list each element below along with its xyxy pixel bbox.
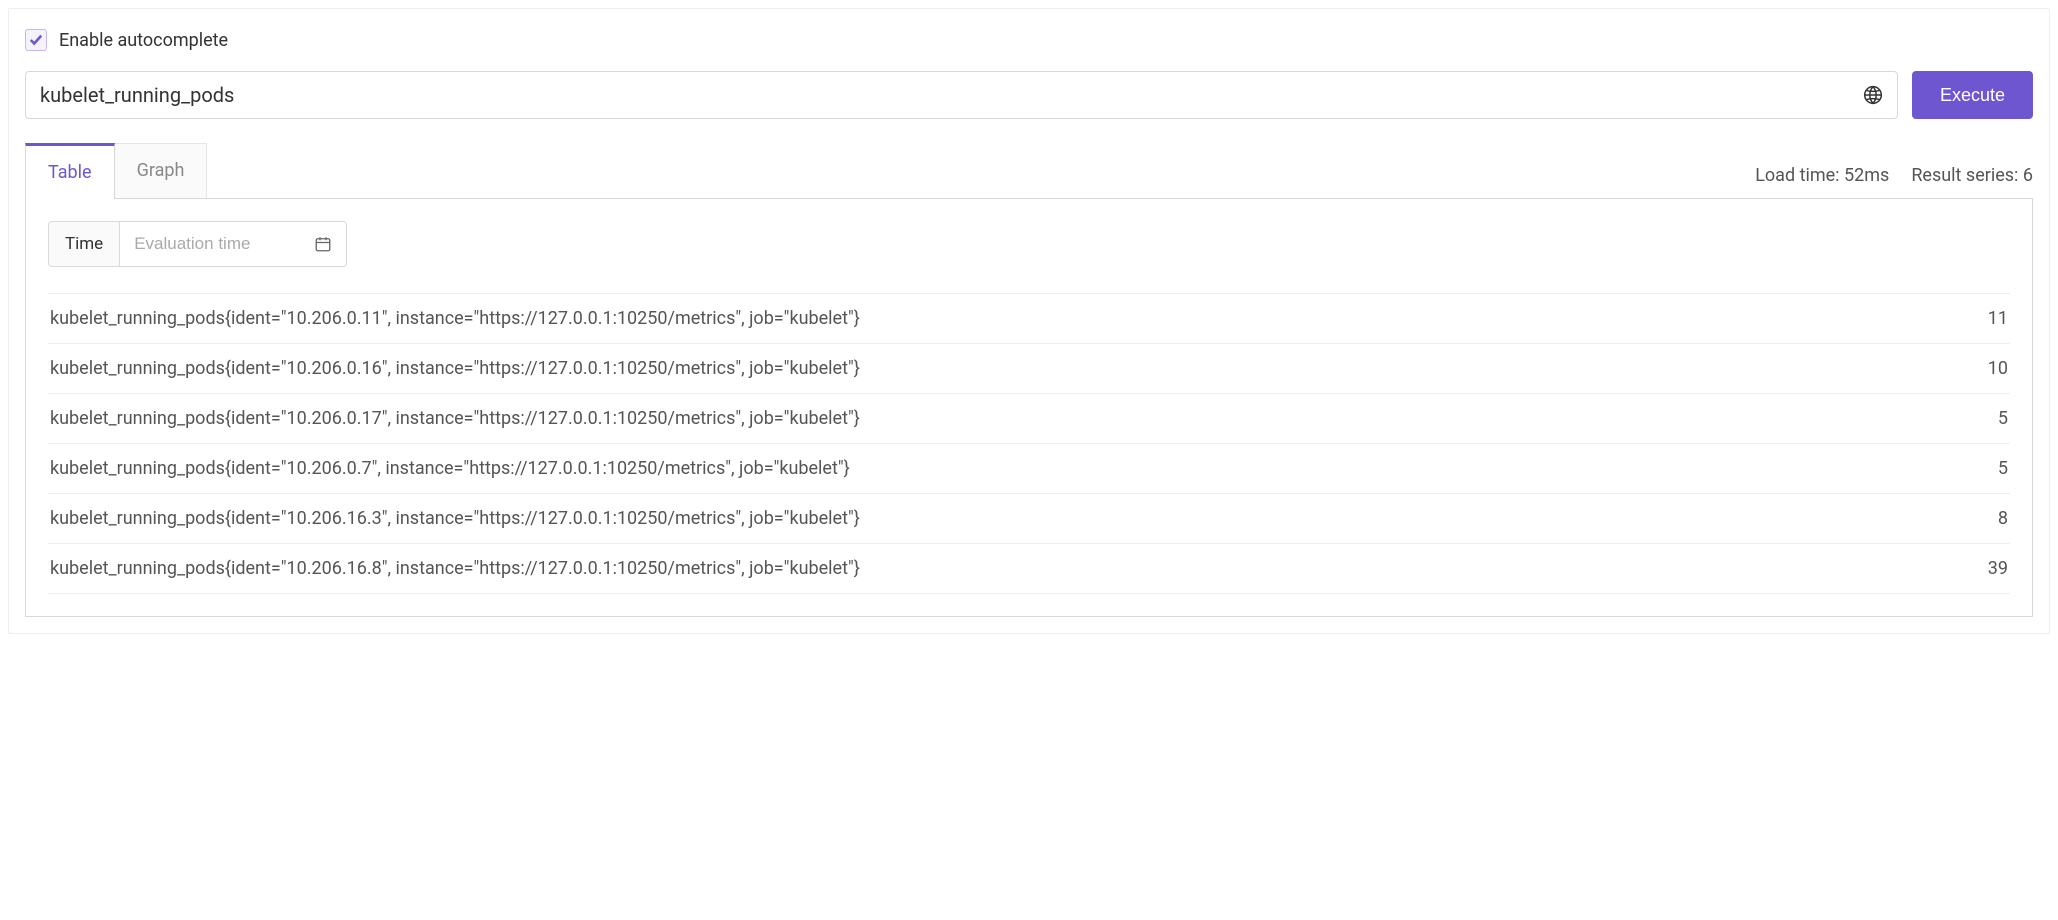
query-row: Execute xyxy=(25,71,2033,119)
series-value: 11 xyxy=(1968,308,2008,329)
series-value: 8 xyxy=(1978,508,2008,529)
table-row[interactable]: kubelet_running_pods{ident="10.206.0.16"… xyxy=(48,344,2010,394)
table-row[interactable]: kubelet_running_pods{ident="10.206.0.17"… xyxy=(48,394,2010,444)
autocomplete-toggle-row: Enable autocomplete xyxy=(25,25,2033,55)
execute-button[interactable]: Execute xyxy=(1912,71,2033,119)
table-row[interactable]: kubelet_running_pods{ident="10.206.0.7",… xyxy=(48,444,2010,494)
result-series: Result series: 6 xyxy=(1911,165,2033,186)
time-control: Time xyxy=(48,221,347,267)
series-label: kubelet_running_pods{ident="10.206.0.16"… xyxy=(50,358,860,379)
series-label: kubelet_running_pods{ident="10.206.0.11"… xyxy=(50,308,860,329)
time-input-wrapper xyxy=(120,222,346,266)
tabs-row: Table Graph Load time: 52ms Result serie… xyxy=(25,143,2033,199)
autocomplete-label: Enable autocomplete xyxy=(59,30,228,51)
table-row[interactable]: kubelet_running_pods{ident="10.206.16.3"… xyxy=(48,494,2010,544)
series-label: kubelet_running_pods{ident="10.206.16.8"… xyxy=(50,558,860,579)
check-icon xyxy=(29,33,43,47)
time-label: Time xyxy=(49,222,120,266)
series-value: 5 xyxy=(1978,408,2008,429)
series-label: kubelet_running_pods{ident="10.206.0.17"… xyxy=(50,408,860,429)
query-input-wrapper xyxy=(25,71,1898,119)
series-value: 5 xyxy=(1978,458,2008,479)
series-label: kubelet_running_pods{ident="10.206.0.7",… xyxy=(50,458,850,479)
load-time: Load time: 52ms xyxy=(1755,165,1889,186)
series-value: 10 xyxy=(1968,358,2008,379)
series-value: 39 xyxy=(1968,558,2008,579)
query-panel: Enable autocomplete Execute Table Graph … xyxy=(8,8,2050,634)
calendar-icon[interactable] xyxy=(314,235,332,253)
autocomplete-checkbox[interactable] xyxy=(25,29,47,51)
tab-table[interactable]: Table xyxy=(25,143,115,199)
query-input[interactable] xyxy=(40,83,1853,107)
table-row[interactable]: kubelet_running_pods{ident="10.206.16.8"… xyxy=(48,544,2010,594)
series-label: kubelet_running_pods{ident="10.206.16.3"… xyxy=(50,508,860,529)
globe-icon[interactable] xyxy=(1863,85,1883,105)
table-row[interactable]: kubelet_running_pods{ident="10.206.0.11"… xyxy=(48,293,2010,344)
results-table: kubelet_running_pods{ident="10.206.0.11"… xyxy=(48,293,2010,594)
tab-graph[interactable]: Graph xyxy=(115,143,208,198)
tabs: Table Graph xyxy=(25,143,207,198)
stats: Load time: 52ms Result series: 6 xyxy=(1755,165,2033,198)
results-panel: Time kubelet_running_pods{ident="10.206.… xyxy=(25,199,2033,617)
evaluation-time-input[interactable] xyxy=(134,234,314,254)
